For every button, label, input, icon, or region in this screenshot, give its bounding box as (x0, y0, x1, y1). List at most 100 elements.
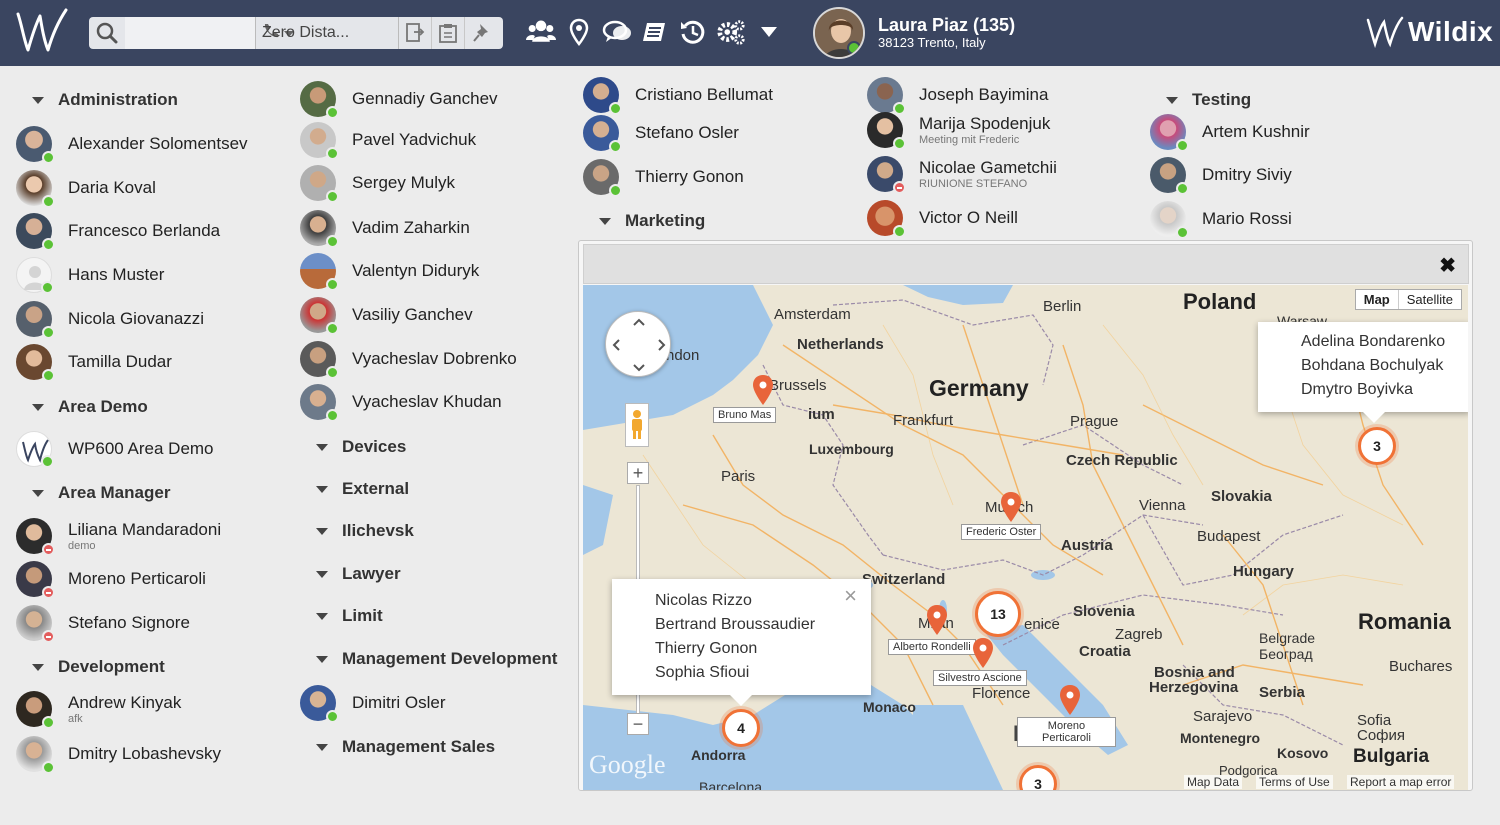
popup-contact-name[interactable]: Thierry Gonon (655, 637, 871, 661)
contact-vasiliy-ganchev[interactable]: Vasiliy Ganchev (300, 297, 473, 335)
group-testing[interactable]: Testing (1166, 90, 1251, 110)
group-management-sales[interactable]: Management Sales (316, 737, 495, 757)
contact-dimitri-osler[interactable]: Dimitri Osler (300, 685, 446, 723)
contact-hans-muster[interactable]: Hans Muster (16, 257, 165, 294)
map-pin-moreno-perticaroli[interactable] (1060, 685, 1080, 720)
contact-dmitry-lobashevsky[interactable]: Dmitry Lobashevsky (16, 736, 221, 774)
settings-gear-icon[interactable] (716, 14, 746, 50)
map-canvas[interactable]: Poland Warsaw Berlin Amsterdam Netherlan… (583, 285, 1468, 790)
contact-mario-rossi[interactable]: Mario Rossi (1150, 201, 1292, 239)
popup-contact-name[interactable]: Bohdana Bochulyak (1301, 354, 1468, 378)
contact-daria-koval[interactable]: Daria Koval (16, 170, 156, 208)
chat-icon[interactable] (602, 14, 632, 50)
map-marker-icon (753, 375, 773, 405)
contact-cristiano-bellumat[interactable]: Cristiano Bellumat (583, 77, 773, 115)
contact-valentyn-diduryk[interactable]: Valentyn Diduryk (300, 253, 479, 291)
status-online-dot (42, 369, 55, 382)
group-ilichevsk[interactable]: Ilichevsk (316, 521, 414, 541)
caret-down-icon (32, 403, 44, 411)
contact-stefano-signore[interactable]: Stefano Signore (16, 605, 190, 643)
contact-tamilla-dudar[interactable]: Tamilla Dudar (16, 344, 172, 382)
contact-artem-kushnir[interactable]: Artem Kushnir (1150, 114, 1310, 152)
contact-dmitry-siviy[interactable]: Dmitry Siviy (1150, 157, 1292, 195)
contact-name: Stefano Osler (635, 123, 739, 142)
contact-alexander-solomentsev[interactable]: Alexander Solomentsev (16, 126, 248, 164)
contact-marija-spodenjuk[interactable]: Marija Spodenjuk Meeting mit Frederic (867, 112, 1050, 150)
zoom-in-button[interactable]: + (627, 462, 649, 484)
map-popup-east: Adelina Bondarenko Bohdana Bochulyak Dmy… (1258, 322, 1468, 423)
contact-gennadiy-ganchev[interactable]: Gennadiy Ganchev (300, 81, 498, 119)
colleagues-icon[interactable] (526, 14, 556, 50)
map-type-map-button[interactable]: Map (1356, 290, 1399, 309)
status-online-dot (326, 235, 339, 248)
contact-status-text: RIUNIONE STEFANO (919, 178, 1028, 190)
history-icon[interactable] (678, 14, 708, 50)
contact-sergey-mulyk[interactable]: Sergey Mulyk (300, 165, 455, 203)
zero-distance-select[interactable]: Zero Dista... (255, 17, 399, 49)
wildix-w-logo-icon[interactable] (14, 6, 70, 61)
popup-contact-name[interactable]: Bertrand Broussaudier (655, 613, 871, 637)
group-management-development[interactable]: Management Development (316, 649, 557, 669)
contact-status-text: afk (68, 713, 83, 725)
contact-vyacheslav-khudan[interactable]: Vyacheslav Khudan (300, 384, 502, 422)
group-area-demo[interactable]: Area Demo (32, 397, 148, 417)
zoom-out-button[interactable]: − (627, 713, 649, 735)
map-type-satellite-button[interactable]: Satellite (1399, 290, 1461, 309)
popup-contact-name[interactable]: Adelina Bondarenko (1301, 330, 1468, 354)
map-cluster-east[interactable]: 3 (1358, 427, 1396, 465)
contact-nicolae-gametchii[interactable]: Nicolae Gametchii RIUNIONE STEFANO (867, 156, 1057, 194)
terms-of-use-link[interactable]: Terms of Use (1256, 775, 1333, 789)
avatar (1150, 114, 1189, 152)
user-avatar[interactable] (813, 7, 865, 59)
menu-chevron-down-icon[interactable] (754, 14, 784, 50)
close-map-icon[interactable]: ✖ (1439, 253, 1456, 278)
contact-vyacheslav-dobrenko[interactable]: Vyacheslav Dobrenko (300, 341, 517, 379)
map-pin-silvestro-ascione[interactable] (973, 638, 993, 673)
location-icon[interactable] (564, 14, 594, 50)
contact-thierry-gonon[interactable]: Thierry Gonon (583, 159, 744, 197)
group-marketing[interactable]: Marketing (599, 211, 705, 231)
popup-contact-name[interactable]: Sophia Sfioui (655, 661, 871, 685)
caret-down-icon (316, 443, 328, 451)
popup-contact-name[interactable]: Dmytro Boyivka (1301, 378, 1468, 402)
contact-moreno-perticaroli[interactable]: Moreno Perticaroli (16, 561, 206, 599)
contact-liliana-mandaradoni[interactable]: Liliana Mandaradoni demo (16, 518, 221, 556)
report-map-error-link[interactable]: Report a map error (1347, 775, 1455, 789)
search-input[interactable] (125, 17, 255, 49)
group-devices[interactable]: Devices (316, 437, 406, 457)
pin-button[interactable] (465, 17, 498, 49)
contact-victor-o-neill[interactable]: Victor O Neill (867, 200, 1018, 238)
street-view-pegman-icon[interactable] (625, 403, 649, 447)
group-lawyer[interactable]: Lawyer (316, 564, 401, 584)
contact-andrew-kinyak[interactable]: Andrew Kinyak afk (16, 691, 181, 729)
contact-nicola-giovanazzi[interactable]: Nicola Giovanazzi (16, 301, 204, 339)
user-name[interactable]: Laura Piaz (135) (878, 15, 1015, 36)
map-cluster-west[interactable]: 4 (722, 709, 760, 747)
popup-close-icon[interactable]: × (844, 583, 857, 609)
group-label: Testing (1192, 90, 1252, 109)
map-pan-control[interactable] (605, 311, 671, 377)
map-pin-bruno-mas[interactable] (753, 375, 773, 410)
map-pin-alberto-rondelli[interactable] (927, 605, 947, 640)
group-limit[interactable]: Limit (316, 606, 383, 626)
contact-joseph-bayimina[interactable]: Joseph Bayimina (867, 77, 1048, 115)
group-development[interactable]: Development (32, 657, 165, 677)
notes-icon[interactable] (640, 14, 670, 50)
contact-pavel-yadvichuk[interactable]: Pavel Yadvichuk (300, 122, 476, 160)
contact-name: Hans Muster (68, 265, 165, 284)
contact-stefano-osler[interactable]: Stefano Osler (583, 115, 739, 153)
contact-vadim-zaharkin[interactable]: Vadim Zaharkin (300, 210, 470, 248)
contact-wp600-area-demo[interactable]: WP600 Area Demo (16, 431, 214, 468)
avatar (867, 112, 906, 150)
popup-contact-name[interactable]: Nicolas Rizzo (655, 589, 871, 613)
map-cluster-center[interactable]: 13 (975, 591, 1021, 637)
avatar (16, 691, 55, 729)
group-administration[interactable]: Administration (32, 90, 178, 110)
group-external[interactable]: External (316, 479, 409, 499)
map-pin-frederic-oster[interactable] (1001, 492, 1021, 527)
group-area-manager[interactable]: Area Manager (32, 483, 170, 503)
clipboard-button[interactable] (432, 17, 465, 49)
transfer-button[interactable] (399, 17, 432, 49)
contact-francesco-berlanda[interactable]: Francesco Berlanda (16, 213, 220, 251)
map-data-link[interactable]: Map Data (1184, 775, 1243, 789)
